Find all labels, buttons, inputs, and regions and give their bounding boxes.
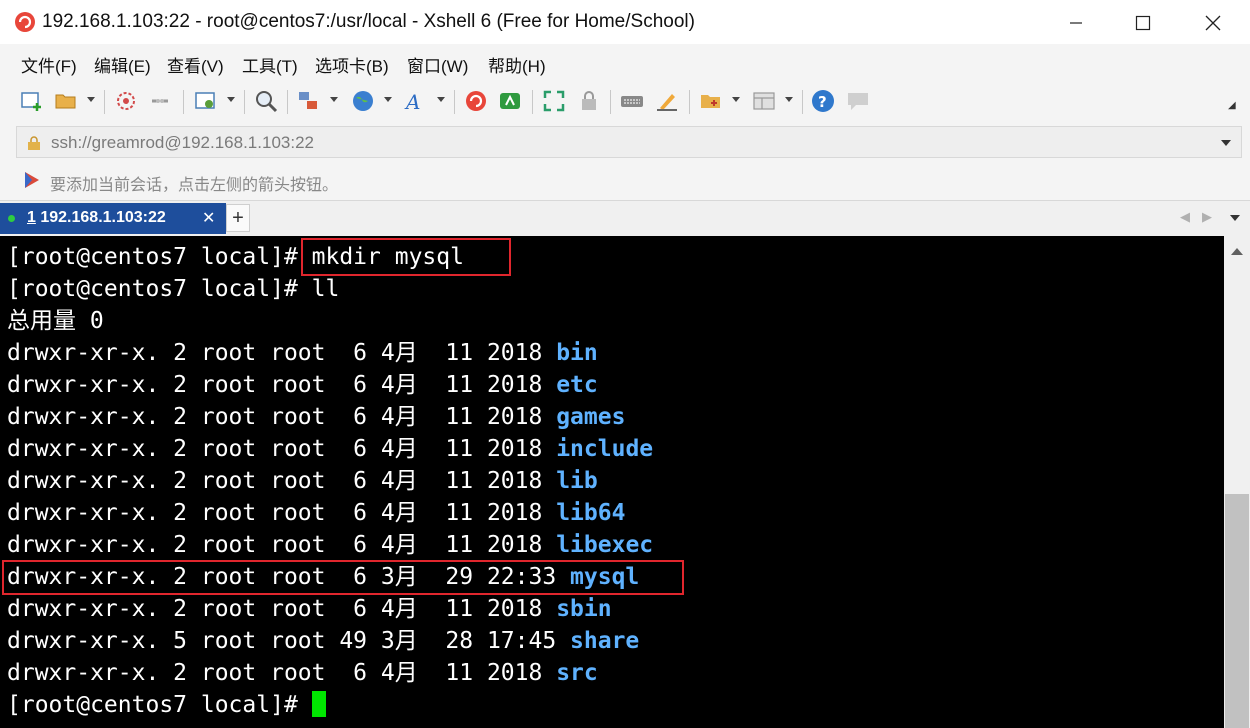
terminal-scrollbar[interactable] — [1224, 236, 1250, 728]
svg-text:A: A — [404, 90, 420, 113]
listing-row: drwxr-xr-x. 2 root root 6 4月 11 2018 sbi… — [7, 596, 612, 622]
xshell-icon[interactable] — [464, 89, 488, 113]
scrollbar-thumb[interactable] — [1225, 494, 1249, 728]
toolbar-overflow-icon[interactable]: ◢ — [1228, 100, 1236, 111]
open-folder-icon[interactable] — [54, 89, 78, 113]
close-tab-icon[interactable]: ✕ — [202, 208, 215, 228]
listing-row: drwxr-xr-x. 2 root root 6 4月 11 2018 lib… — [7, 532, 654, 558]
menu-view[interactable]: 查看(V) — [167, 52, 224, 77]
terminal-line: [root@centos7 local]# ll — [7, 276, 340, 302]
menu-help[interactable]: 帮助(H) — [488, 52, 546, 77]
fullscreen-icon[interactable] — [542, 89, 566, 113]
new-session-icon[interactable] — [20, 89, 44, 113]
toolbar: A ? — [0, 82, 1250, 122]
address-url[interactable]: ssh://greamrod@192.168.1.103:22 — [51, 133, 314, 153]
terminal-cursor — [311, 691, 326, 717]
xftp-icon[interactable] — [498, 89, 522, 113]
highlight-box-mysql-row — [2, 560, 684, 595]
minimize-icon — [1070, 22, 1082, 24]
menu-bar: 文件(F) 编辑(E) 查看(V) 工具(T) 选项卡(B) 窗口(W) 帮助(… — [0, 44, 1250, 82]
terminal-prompt: [root@centos7 local]# — [7, 689, 326, 721]
tab-list-icon[interactable] — [1230, 215, 1240, 221]
listing-row: drwxr-xr-x. 2 root root 6 4月 11 2018 lib… — [7, 500, 626, 526]
font-icon[interactable]: A — [404, 89, 428, 113]
listing-row: drwxr-xr-x. 2 root root 6 4月 11 2018 src — [7, 660, 598, 686]
listing-row: drwxr-xr-x. 2 root root 6 4月 11 2018 lib — [7, 468, 598, 494]
listing-row: drwxr-xr-x. 5 root root 49 3月 28 17:45 s… — [7, 628, 640, 654]
xshell-app-icon — [15, 12, 35, 32]
new-folder-icon[interactable] — [699, 89, 723, 113]
tab-number: 1 — [27, 209, 36, 226]
session-hint-bar: 要添加当前会话，点击左侧的箭头按钮。 — [0, 162, 1250, 200]
session-hint-text: 要添加当前会话，点击左侧的箭头按钮。 — [50, 177, 339, 194]
tab-label: 1 192.168.1.103:22 — [27, 209, 166, 227]
tab-session-1[interactable]: 1 192.168.1.103:22 ✕ — [0, 203, 226, 234]
connect-icon[interactable] — [114, 89, 138, 113]
transfer-icon[interactable] — [297, 89, 321, 113]
terminal-line: 总用量 0 — [7, 308, 104, 334]
tab-scroll-right-icon[interactable]: ▶ — [1202, 209, 1212, 225]
add-session-arrow-icon[interactable] — [22, 170, 42, 190]
keyboard-icon[interactable] — [620, 89, 644, 113]
listing-row: drwxr-xr-x. 2 root root 6 4月 11 2018 gam… — [7, 404, 626, 430]
highlight-icon[interactable] — [655, 89, 679, 113]
chevron-down-icon[interactable] — [1221, 140, 1231, 146]
highlight-box-mkdir — [301, 238, 511, 276]
close-button[interactable] — [1190, 8, 1236, 38]
layout-icon[interactable] — [752, 89, 776, 113]
tab-scroll-left-icon[interactable]: ◀ — [1180, 209, 1190, 225]
listing-row: drwxr-xr-x. 2 root root 6 4月 11 2018 bin — [7, 340, 598, 366]
menu-tools[interactable]: 工具(T) — [242, 52, 298, 77]
close-icon — [1205, 15, 1221, 31]
menu-tabs[interactable]: 选项卡(B) — [315, 52, 389, 77]
listing-row: drwxr-xr-x. 2 root root 6 4月 11 2018 inc… — [7, 436, 654, 462]
title-bar: 192.168.1.103:22 - root@centos7:/usr/loc… — [0, 0, 1250, 44]
chat-icon[interactable] — [846, 89, 870, 113]
disconnect-icon[interactable] — [148, 89, 172, 113]
lock-icon — [28, 136, 40, 150]
connected-status-icon — [8, 215, 15, 222]
minimize-button[interactable] — [1053, 8, 1099, 38]
new-tab-button[interactable]: + — [226, 204, 250, 232]
lock-icon[interactable] — [577, 89, 601, 113]
menu-window[interactable]: 窗口(W) — [407, 52, 468, 77]
maximize-icon — [1135, 15, 1151, 31]
search-icon[interactable] — [254, 89, 278, 113]
menu-edit[interactable]: 编辑(E) — [94, 52, 151, 77]
window-title: 192.168.1.103:22 - root@centos7:/usr/loc… — [42, 11, 695, 32]
maximize-button[interactable] — [1120, 8, 1166, 38]
address-bar[interactable]: ssh://greamrod@192.168.1.103:22 — [16, 126, 1242, 158]
menu-file[interactable]: 文件(F) — [21, 52, 77, 77]
properties-icon[interactable] — [194, 89, 218, 113]
svg-text:?: ? — [818, 93, 827, 111]
terminal[interactable]: [root@centos7 local]# mkdir mysql [root@… — [0, 236, 1224, 728]
globe-icon[interactable] — [351, 89, 375, 113]
help-icon[interactable]: ? — [811, 89, 835, 113]
listing-row: drwxr-xr-x. 2 root root 6 4月 11 2018 etc — [7, 372, 598, 398]
tab-title: 192.168.1.103:22 — [40, 209, 166, 226]
scroll-up-icon[interactable] — [1231, 248, 1243, 255]
